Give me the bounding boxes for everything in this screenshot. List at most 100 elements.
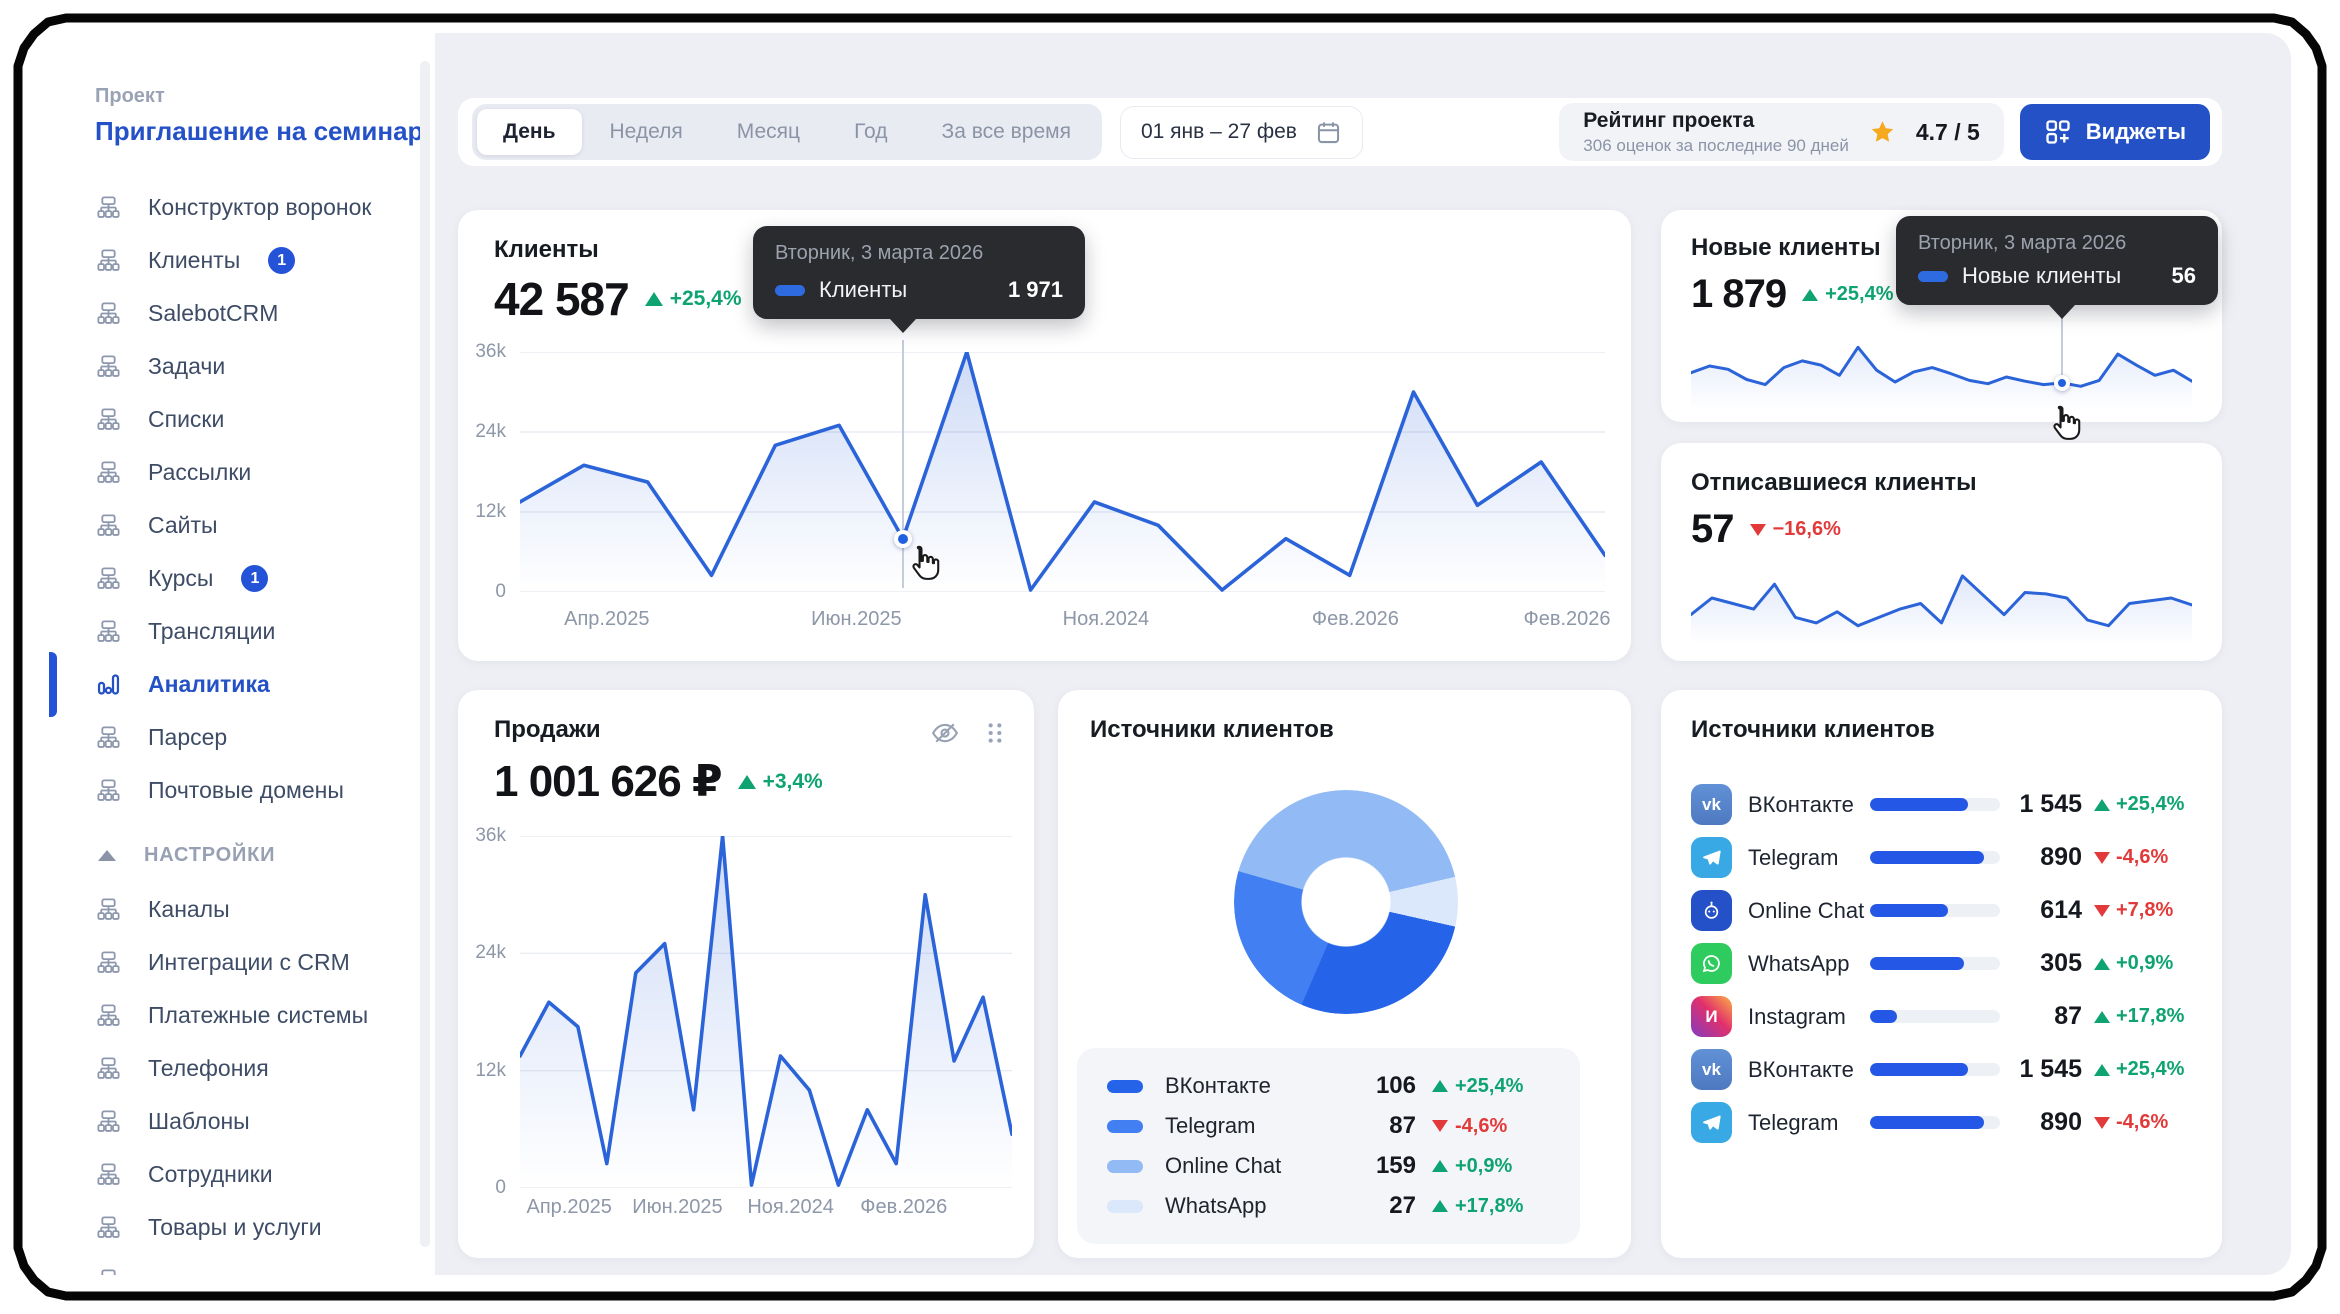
sidebar-item-Парсер[interactable]: Парсер	[95, 711, 435, 764]
sidebar-item-Аналитика[interactable]: Аналитика	[95, 658, 435, 711]
legend-name: Telegram	[1165, 1113, 1255, 1139]
sidebar-item-label: Интеграции с CRM	[148, 949, 350, 976]
tab-Год[interactable]: Год	[828, 109, 913, 155]
source-name: ВКонтакте	[1748, 792, 1870, 818]
sidebar-item-Товары и услуги[interactable]: Товары и услуги	[95, 1201, 435, 1254]
clients-chart[interactable]	[520, 352, 1605, 592]
source-row: ИInstagram87+17,8%	[1691, 990, 2196, 1043]
sidebar-item-Интеграции с CRM[interactable]: Интеграции с CRM	[95, 936, 435, 989]
project-name-link[interactable]: Приглашение на семинар	[95, 116, 435, 147]
vk-icon: vk	[1691, 1049, 1732, 1090]
date-range-picker[interactable]: 01 янв – 27 фев	[1120, 106, 1363, 159]
series-marker-icon	[775, 285, 805, 296]
source-progress-fill	[1870, 1116, 1984, 1129]
axis-tick: Фев.2026	[1312, 608, 1399, 631]
change-percent: +0,9%	[1455, 1155, 1512, 1178]
sidebar-item-SalebotCRM[interactable]: SalebotCRM	[95, 287, 435, 340]
sidebar-item-Шаблоны[interactable]: Шаблоны	[95, 1095, 435, 1148]
source-row: vkВКонтакте1 545+25,4%	[1691, 1043, 2196, 1096]
source-progress-fill	[1870, 798, 1968, 811]
tab-День[interactable]: День	[477, 109, 582, 155]
drag-handle-icon[interactable]	[982, 720, 1008, 746]
sidebar-item-Телефония[interactable]: Телефония	[95, 1042, 435, 1095]
up-triangle-icon	[738, 775, 756, 789]
up-triangle-icon	[2094, 1011, 2110, 1023]
date-range-value: 01 янв – 27 фев	[1141, 120, 1297, 144]
sidebar-nav: Конструктор воронокКлиенты1SalebotCRM Зад…	[95, 181, 435, 1275]
widgets-button[interactable]: Виджеты	[2020, 104, 2210, 160]
sidebar-item-Рассылки[interactable]: Рассылки	[95, 446, 435, 499]
up-triangle-icon	[645, 292, 663, 306]
axis-tick: 12k	[475, 501, 506, 523]
change-percent: +0,9%	[2116, 952, 2173, 975]
sidebar-item-Курсы[interactable]: Курсы1	[95, 552, 435, 605]
source-progress-bar	[1870, 1116, 2000, 1129]
sidebar-item-label: Аналитика	[148, 671, 270, 698]
sources-list-card: Источники клиентов vkВКонтакте1 545+25,4…	[1661, 690, 2222, 1258]
sidebar-item-Трансляции[interactable]: Трансляции	[95, 605, 435, 658]
sidebar-item-Сайты[interactable]: Сайты	[95, 499, 435, 552]
sidebar-item-Каналы[interactable]: Каналы	[95, 883, 435, 936]
source-value: 614	[2014, 896, 2082, 925]
sidebar-item-label: Телефония	[148, 1055, 269, 1082]
new-clients-sparkline[interactable]	[1691, 338, 2192, 410]
sidebar-item-Списки[interactable]: Списки	[95, 393, 435, 446]
rating-score: 4.7 / 5	[1916, 119, 1980, 146]
project-label: Проект	[95, 85, 435, 108]
source-progress-fill	[1870, 1063, 1968, 1076]
axis-tick: 24k	[475, 421, 506, 443]
axis-tick: Апр.2025	[527, 1196, 612, 1219]
sidebar-item-label: Сайты	[148, 512, 218, 539]
axis-tick: Ноя.2024	[747, 1196, 833, 1219]
new-clients-change: +25,4%	[1802, 283, 1893, 306]
tab-За все время[interactable]: За все время	[916, 109, 1097, 155]
down-triangle-icon	[2094, 905, 2110, 917]
clients-value: 42 587	[494, 272, 629, 326]
sales-chart[interactable]	[520, 836, 1012, 1188]
sidebar-item-Задачи[interactable]: Задачи	[95, 340, 435, 393]
change-percent: +17,8%	[2116, 1005, 2184, 1028]
sidebar-item-Платежные системы[interactable]: Платежные системы	[95, 989, 435, 1042]
analytics-icon	[95, 671, 122, 698]
sidebar-scrollbar[interactable]	[420, 61, 430, 1247]
sitemap-icon	[95, 194, 122, 221]
sidebar-item-label: Клиенты	[148, 247, 240, 274]
axis-tick: Апр.2025	[564, 608, 649, 631]
source-row: Telegram890-4,6%	[1691, 831, 2196, 884]
change-indicator: +25,4%	[2094, 793, 2184, 816]
legend-color-pill	[1107, 1080, 1143, 1093]
settings-section-toggle[interactable]: НАСТРОЙКИ	[95, 827, 435, 883]
change-indicator: +0,9%	[2094, 952, 2173, 975]
source-name: Instagram	[1748, 1004, 1870, 1030]
tooltip-date: Вторник, 3 марта 2026	[1918, 232, 2196, 255]
hide-widget-icon[interactable]	[930, 718, 960, 748]
sitemap-icon	[95, 1055, 122, 1082]
sidebar-item-Сотрудники[interactable]: Сотрудники	[95, 1148, 435, 1201]
tab-Месяц[interactable]: Месяц	[711, 109, 826, 155]
sitemap-icon	[95, 949, 122, 976]
sitemap-icon	[95, 618, 122, 645]
sidebar-item-label: Задачи	[148, 353, 225, 380]
whatsapp-icon	[1691, 943, 1732, 984]
up-triangle-icon	[2094, 958, 2110, 970]
legend-value: 106	[1376, 1072, 1416, 1100]
new-clients-card-title: Новые клиенты	[1691, 234, 1881, 262]
sitemap-icon	[95, 512, 122, 539]
sidebar-item-Почтовые домены[interactable]: Почтовые домены	[95, 764, 435, 817]
tab-Неделя[interactable]: Неделя	[584, 109, 709, 155]
unsubscribed-card-title: Отписавшиеся клиенты	[1691, 469, 1977, 497]
project-rating: Рейтинг проекта 306 оценок за последние …	[1559, 103, 2004, 161]
unsubscribed-sparkline[interactable]	[1691, 569, 2192, 645]
sources-donut-chart[interactable]	[1234, 790, 1458, 1014]
series-marker-icon	[1918, 271, 1948, 282]
sidebar-item-Клиенты[interactable]: Клиенты1	[95, 234, 435, 287]
legend-value: 159	[1376, 1152, 1416, 1180]
sitemap-icon	[95, 1108, 122, 1135]
unsubscribed-card: Отписавшиеся клиенты 57 −16,6%	[1661, 443, 2222, 661]
source-value: 1 545	[2014, 790, 2082, 819]
sidebar-item-Конструктор воронок[interactable]: Конструктор воронок	[95, 181, 435, 234]
down-triangle-icon	[1750, 524, 1766, 536]
sitemap-icon	[95, 353, 122, 380]
sidebar-item-label: Шаблоны	[148, 1108, 250, 1135]
sidebar-item-partial[interactable]	[95, 1254, 435, 1275]
